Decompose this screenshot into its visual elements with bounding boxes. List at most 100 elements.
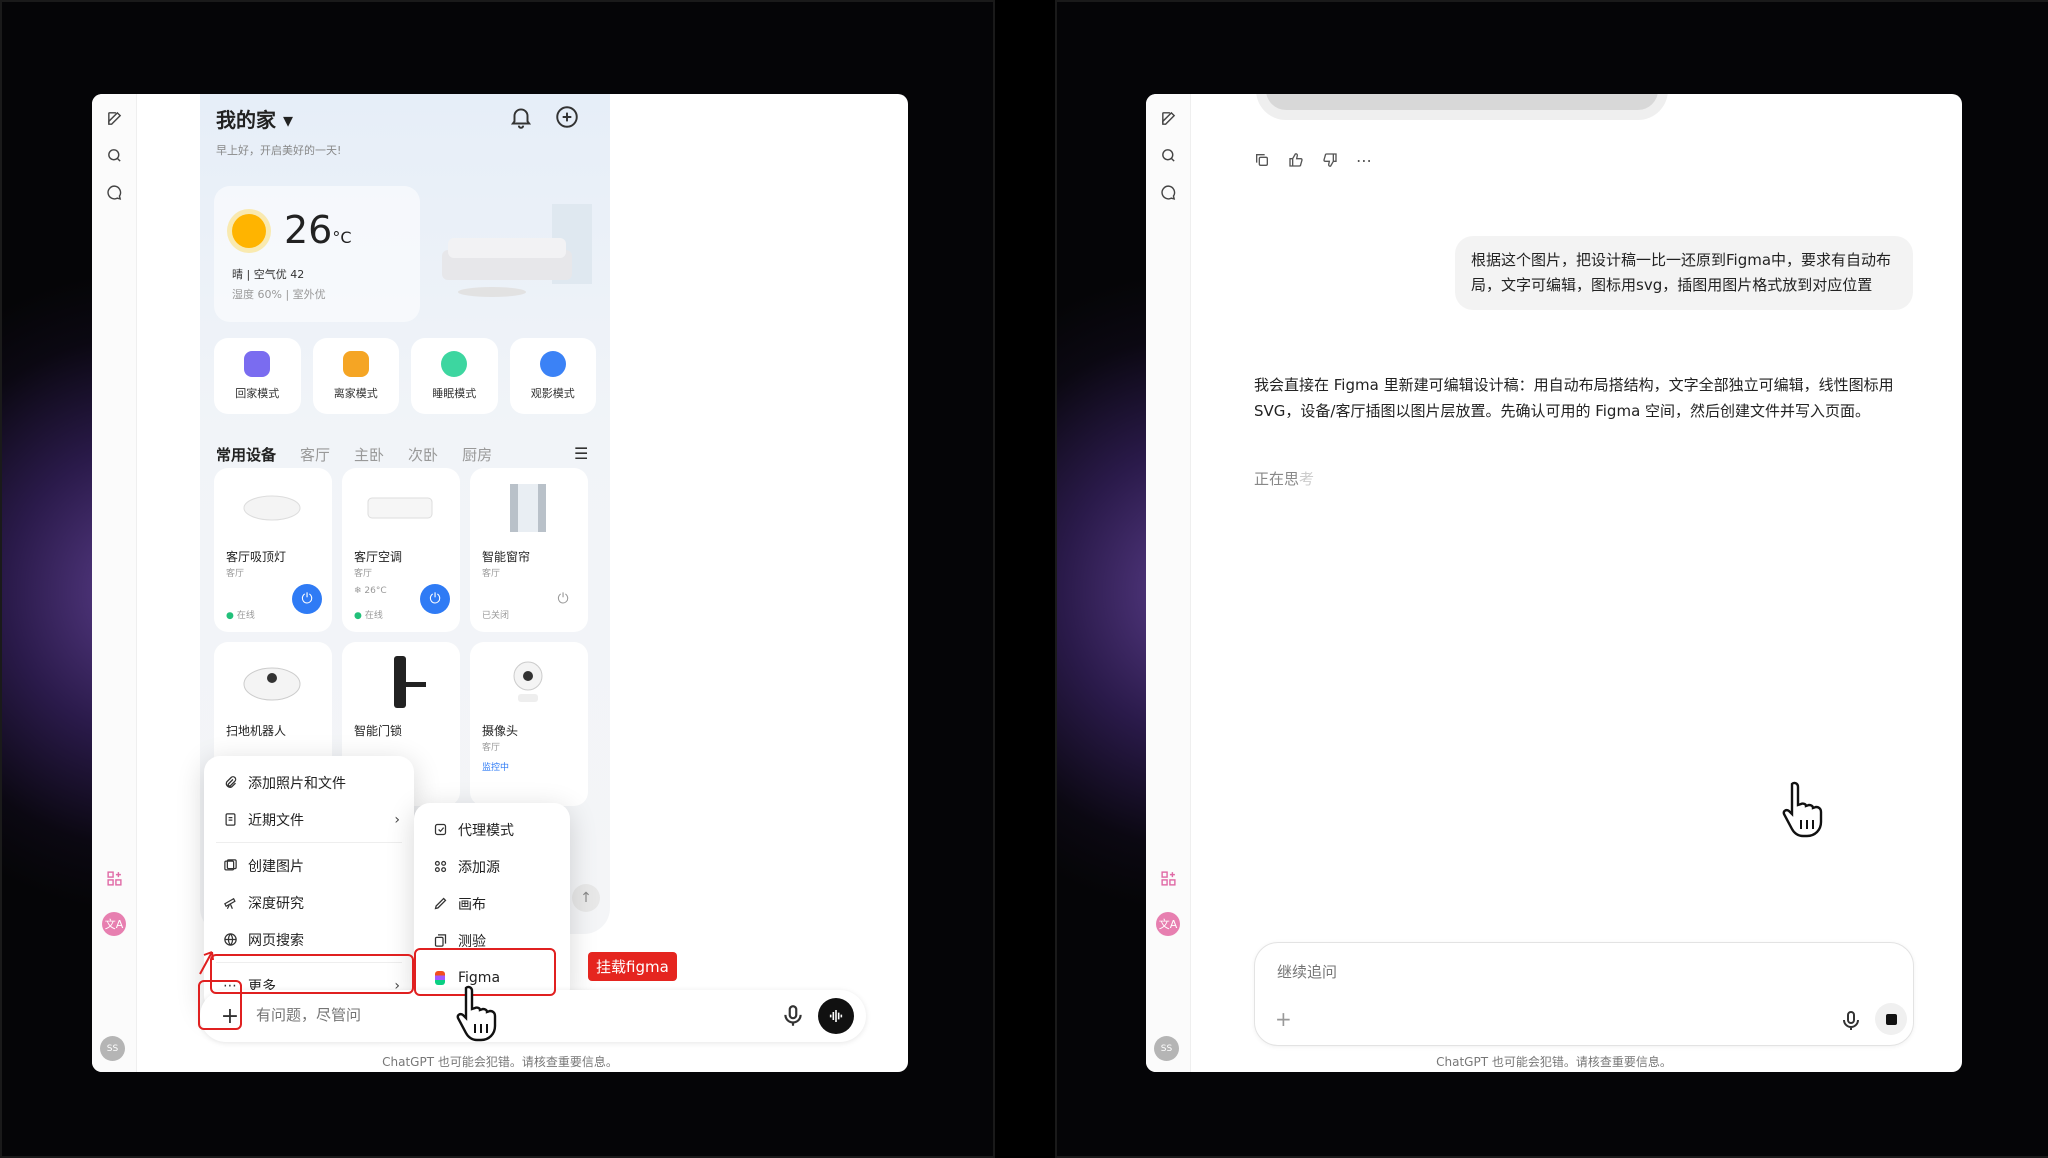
hand-cursor-icon <box>1782 781 1823 838</box>
menu-item-canvas[interactable]: 画布 <box>414 885 570 922</box>
living-room-illustration <box>442 204 592 297</box>
chat-window: 文A SS ⋯ 根据这个图片，把设计稿一比一还原到Figma中，要求有自动布局，… <box>1146 94 1962 1072</box>
paperclip-icon <box>222 775 238 791</box>
menu-item-quiz[interactable]: 测验 <box>414 922 570 959</box>
device-card[interactable]: 客厅吸顶灯 客厅 在线 ⏻ <box>214 468 332 632</box>
chat-window: 文A SS 我的家 ▾ 早上好，开启美好的一天! 26°C 晴 | 空气优 42… <box>92 94 908 1072</box>
disclaimer: ChatGPT 也可能会犯错。请核查重要信息。 <box>1436 1055 1672 1069</box>
door-lock-image <box>394 656 426 708</box>
thumbs-up-icon[interactable] <box>1286 150 1306 170</box>
right-screen: 文A SS ⋯ 根据这个图片，把设计稿一比一还原到Figma中，要求有自动布局，… <box>1055 0 2048 1158</box>
translate-icon[interactable]: 文A <box>1156 912 1180 936</box>
mode-sleep[interactable]: 睡眠模式 <box>411 338 498 414</box>
camera-image <box>513 661 543 702</box>
file-icon <box>222 812 238 828</box>
pen-icon <box>432 896 448 912</box>
bell-icon <box>510 108 532 129</box>
device-card[interactable]: 智能窗帘 客厅 已关闭 ⏻ <box>470 468 588 632</box>
tab-common[interactable]: 常用设备 <box>216 444 276 473</box>
apps-icon <box>432 859 448 875</box>
power-button[interactable]: ⏻ <box>548 584 578 614</box>
voice-mode-button[interactable] <box>818 998 854 1034</box>
menu-item-create-image[interactable]: 创建图片 <box>204 847 414 884</box>
copy-icon[interactable] <box>1252 150 1272 170</box>
arrow-annotation <box>199 951 214 975</box>
stop-button[interactable] <box>1875 1003 1907 1035</box>
menu-item-recent-files[interactable]: 近期文件 › <box>204 801 414 838</box>
home-icon <box>244 351 271 377</box>
sun-icon <box>232 214 266 248</box>
divider <box>216 962 402 963</box>
chat-bubble-icon[interactable] <box>1156 180 1180 204</box>
ceiling-light-image <box>243 495 301 521</box>
user-message: 根据这个图片，把设计稿一比一还原到Figma中，要求有自动布局，文字可编辑，图标… <box>1455 236 1913 310</box>
menu-icon[interactable]: ☰ <box>574 444 588 463</box>
previous-image-preview <box>1256 94 1668 120</box>
microphone-icon[interactable] <box>1839 1009 1863 1033</box>
mode-movie[interactable]: 观影模式 <box>509 338 596 414</box>
robot-vacuum-image <box>243 667 301 701</box>
chat-composer: + <box>1254 942 1914 1046</box>
tab-kitchen[interactable]: 厨房 <box>462 444 492 465</box>
curtain-image <box>510 484 546 532</box>
figma-icon <box>432 970 448 986</box>
quiz-icon <box>432 933 448 949</box>
device-card[interactable]: 摄像头 客厅 监控中 <box>470 642 588 806</box>
briefcase-icon <box>342 351 369 377</box>
hand-cursor-icon <box>456 985 497 1042</box>
air-conditioner-image <box>367 497 433 519</box>
weather-line: 晴 | 空气优 42 <box>232 268 305 281</box>
microphone-icon[interactable] <box>780 1003 806 1029</box>
add-circle-icon <box>556 106 578 128</box>
power-button[interactable]: ⏻ <box>420 584 450 614</box>
plus-icon[interactable]: + <box>216 1002 244 1030</box>
tab-master[interactable]: 主卧 <box>354 444 384 465</box>
apps-icon[interactable] <box>102 866 126 890</box>
disclaimer: ChatGPT 也可能会犯错。请核查重要信息。 <box>382 1055 618 1069</box>
menu-item-add-files[interactable]: 添加照片和文件 <box>204 764 414 801</box>
plus-icon[interactable]: + <box>1275 1007 1292 1031</box>
tab-second[interactable]: 次卧 <box>408 444 438 465</box>
search-icon[interactable] <box>102 143 126 167</box>
mode-home[interactable]: 回家模式 <box>214 338 301 414</box>
temperature: 26°C <box>284 208 352 252</box>
globe-icon <box>222 932 238 948</box>
new-chat-icon[interactable] <box>102 106 126 130</box>
moon-icon <box>441 351 468 377</box>
telescope-icon <box>222 895 238 911</box>
weather-card: 26°C 晴 | 空气优 42 湿度 60% | 室外优 <box>214 186 420 322</box>
chat-input[interactable] <box>1277 963 1837 981</box>
greeting: 早上好，开启美好的一天! <box>216 144 342 157</box>
divider <box>216 842 402 843</box>
agent-icon <box>432 822 448 838</box>
menu-item-add-source[interactable]: 添加源 <box>414 848 570 885</box>
new-chat-icon[interactable] <box>1156 106 1180 130</box>
film-icon <box>539 351 566 377</box>
humidity-line: 湿度 60% | 室外优 <box>232 288 326 301</box>
power-button[interactable]: ⏻ <box>292 584 322 614</box>
callout-tag: 挂载figma <box>588 952 677 981</box>
device-card[interactable]: 客厅空调 客厅 ❄ 26°C 在线 ⏻ <box>342 468 460 632</box>
scroll-up-icon[interactable]: ↑ <box>572 884 600 912</box>
menu-item-deep-research[interactable]: 深度研究 <box>204 884 414 921</box>
sidebar-rail: 文A SS <box>92 94 137 1072</box>
stop-icon <box>1885 1013 1897 1025</box>
mode-away[interactable]: 离家模式 <box>312 338 399 414</box>
chat-composer: + <box>200 990 866 1042</box>
scene-modes: 回家模式 离家模式 睡眠模式 观影模式 <box>214 338 596 414</box>
thumbs-down-icon[interactable] <box>1320 150 1340 170</box>
room-tabs: 常用设备 客厅 主卧 次卧 厨房 <box>216 444 596 473</box>
thinking-status: 正在思考 <box>1254 470 1315 488</box>
search-icon[interactable] <box>1156 143 1180 167</box>
apps-icon[interactable] <box>1156 866 1180 890</box>
message-actions: ⋯ <box>1252 150 1374 170</box>
attach-menu: 添加照片和文件 近期文件 › 创建图片 深度研究 网页搜索 ⋯ 更多 › <box>204 756 414 1012</box>
more-icon[interactable]: ⋯ <box>1354 150 1374 170</box>
image-icon <box>222 858 238 874</box>
translate-icon[interactable]: 文A <box>102 912 126 936</box>
tab-living[interactable]: 客厅 <box>300 444 330 465</box>
menu-item-agent-mode[interactable]: 代理模式 <box>414 811 570 848</box>
menu-item-web-search[interactable]: 网页搜索 <box>204 921 414 958</box>
sidebar-rail: 文A SS <box>1146 94 1191 1072</box>
chat-bubble-icon[interactable] <box>102 180 126 204</box>
